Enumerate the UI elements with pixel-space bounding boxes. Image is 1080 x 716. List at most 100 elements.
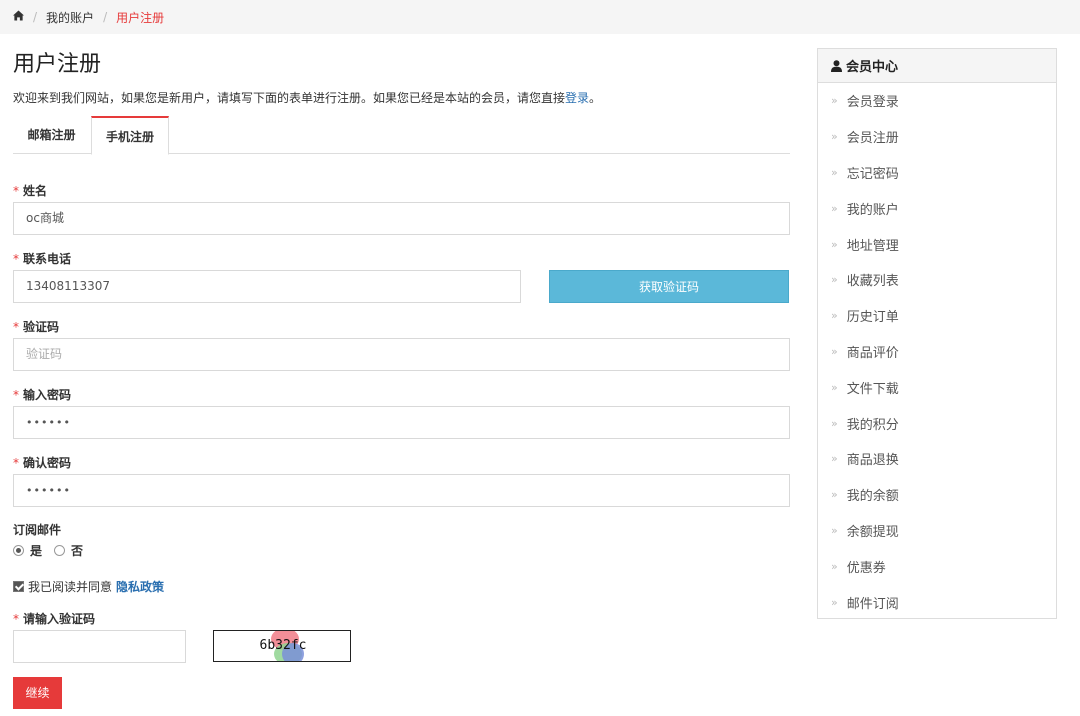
breadcrumb-current: 用户注册: [116, 10, 165, 25]
continue-button[interactable]: 继续: [13, 677, 62, 709]
sidebar-item-order-history[interactable]: » 历史订单: [818, 298, 1056, 334]
chevron-right-icon: »: [831, 488, 838, 502]
required-mark: *: [13, 388, 19, 402]
agree-text: 我已阅读并同意: [28, 580, 113, 594]
chevron-right-icon: »: [831, 237, 838, 251]
sidebar-item-label: 历史订单: [846, 310, 899, 326]
radio-yes[interactable]: [13, 545, 24, 556]
sidebar-item-points[interactable]: » 我的积分: [818, 405, 1056, 441]
required-mark: *: [13, 612, 19, 626]
password-label-text: 输入密码: [23, 388, 72, 402]
required-mark: *: [13, 456, 19, 470]
sidebar-list: » 会员登录 » 会员注册 » 忘记密码 » 我的账户 » 地址管理 » 收藏列表 » 历史订单 » 商品评价…: [818, 83, 1056, 620]
confirm-password-label-text: 确认密码: [23, 456, 72, 470]
privacy-agree-row: 我已阅读并同意 隐私政策: [13, 578, 164, 595]
chevron-right-icon: »: [831, 309, 838, 323]
phone-input[interactable]: 13408113307: [13, 270, 521, 303]
member-center-sidebar: 会员中心 » 会员登录 » 会员注册 » 忘记密码 » 我的账户 » 地址管理 » 收藏列表 » 历史订单…: [817, 48, 1057, 619]
sidebar-item-label: 优惠券: [846, 560, 886, 576]
breadcrumb: / 我的账户 / 用户注册: [0, 0, 1080, 34]
sidebar-item-returns[interactable]: » 商品退换: [818, 441, 1056, 477]
sidebar-item-label: 邮件订阅: [846, 596, 899, 612]
chevron-right-icon: »: [831, 165, 838, 179]
name-input[interactable]: oc商城: [13, 202, 790, 235]
register-tabs: 邮箱注册 手机注册: [13, 116, 790, 155]
user-icon: [831, 59, 842, 72]
chevron-right-icon: »: [831, 130, 838, 144]
breadcrumb-my-account[interactable]: 我的账户: [46, 9, 94, 26]
captcha-label: * 请输入验证码: [13, 610, 95, 627]
code-label-text: 验证码: [23, 320, 60, 334]
sidebar-item-label: 我的积分: [846, 417, 899, 433]
sidebar-item-wishlist[interactable]: » 收藏列表: [818, 262, 1056, 298]
newsletter-yes-option[interactable]: 是: [13, 542, 42, 559]
login-link[interactable]: 登录: [565, 91, 589, 105]
required-mark: *: [13, 320, 19, 334]
chevron-right-icon: »: [831, 452, 838, 466]
name-label: * 姓名: [13, 182, 47, 199]
code-label: * 验证码: [13, 318, 59, 335]
sidebar-title: 会员中心: [846, 60, 899, 75]
sidebar-item-newsletter[interactable]: » 邮件订阅: [818, 584, 1056, 620]
confirm-password-label: * 确认密码: [13, 454, 71, 471]
home-link[interactable]: [13, 10, 24, 24]
sidebar-item-coupons[interactable]: » 优惠券: [818, 548, 1056, 584]
password-label: * 输入密码: [13, 386, 71, 403]
confirm-password-input[interactable]: ••••••: [13, 474, 790, 507]
sidebar-header: 会员中心: [818, 49, 1056, 83]
radio-no-label: 否: [71, 544, 84, 558]
sidebar-item-label: 文件下载: [846, 381, 899, 397]
breadcrumb-separator: /: [103, 10, 108, 24]
chevron-right-icon: »: [831, 559, 838, 573]
sms-code-input[interactable]: 验证码: [13, 338, 790, 371]
password-input[interactable]: ••••••: [13, 406, 790, 439]
chevron-right-icon: »: [831, 416, 838, 430]
sidebar-item-withdraw[interactable]: » 余额提现: [818, 513, 1056, 549]
agree-checkbox[interactable]: [13, 581, 24, 592]
sidebar-item-label: 会员注册: [846, 131, 899, 147]
sidebar-item-label: 商品退换: [846, 453, 899, 469]
sidebar-item-label: 我的账户: [846, 202, 899, 218]
newsletter-radio-group: 是 否: [13, 542, 95, 559]
intro-text: 欢迎来到我们网站，如果您是新用户，请填写下面的表单进行注册。如果您已经是本站的会…: [13, 89, 601, 106]
home-icon: [13, 10, 24, 21]
tab-phone-register[interactable]: 手机注册: [91, 116, 169, 155]
sidebar-item-address[interactable]: » 地址管理: [818, 226, 1056, 262]
phone-label-text: 联系电话: [23, 252, 72, 266]
chevron-right-icon: »: [831, 344, 838, 358]
sidebar-item-register[interactable]: » 会员注册: [818, 119, 1056, 155]
privacy-policy-link[interactable]: 隐私政策: [116, 578, 164, 595]
sidebar-item-label: 余额提现: [846, 524, 899, 540]
newsletter-no-option[interactable]: 否: [54, 542, 83, 559]
sidebar-item-label: 会员登录: [846, 95, 899, 111]
sidebar-item-downloads[interactable]: » 文件下载: [818, 369, 1056, 405]
required-mark: *: [13, 184, 19, 198]
captcha-input[interactable]: [13, 630, 186, 663]
sidebar-item-label: 我的余额: [846, 489, 899, 505]
phone-label: * 联系电话: [13, 250, 71, 267]
radio-no[interactable]: [54, 545, 66, 556]
sidebar-item-my-account[interactable]: » 我的账户: [818, 190, 1056, 226]
sidebar-item-forgot-password[interactable]: » 忘记密码: [818, 155, 1056, 191]
get-sms-code-button[interactable]: 获取验证码: [549, 270, 789, 303]
chevron-right-icon: »: [831, 94, 838, 108]
chevron-right-icon: »: [831, 595, 838, 609]
captcha-label-text: 请输入验证码: [23, 612, 96, 626]
tab-email-register[interactable]: 邮箱注册: [13, 116, 90, 154]
sidebar-item-reviews[interactable]: » 商品评价: [818, 334, 1056, 370]
page-title: 用户注册: [13, 52, 102, 77]
captcha-image[interactable]: 6b32fc: [213, 630, 351, 662]
newsletter-label: 订阅邮件: [13, 523, 62, 537]
captcha-code-text: 6b32fc: [259, 638, 307, 653]
sidebar-item-label: 收藏列表: [846, 274, 899, 290]
chevron-right-icon: »: [831, 273, 838, 287]
sidebar-item-balance[interactable]: » 我的余额: [818, 477, 1056, 513]
intro-body: 欢迎来到我们网站，如果您是新用户，请填写下面的表单进行注册。如果您已经是本站的会…: [13, 91, 566, 105]
chevron-right-icon: »: [831, 523, 838, 537]
sidebar-item-label: 忘记密码: [846, 166, 899, 182]
required-mark: *: [13, 252, 19, 266]
sidebar-item-login[interactable]: » 会员登录: [818, 83, 1056, 119]
sidebar-item-label: 地址管理: [846, 238, 899, 254]
sidebar-item-label: 商品评价: [846, 345, 899, 361]
name-label-text: 姓名: [23, 184, 48, 198]
